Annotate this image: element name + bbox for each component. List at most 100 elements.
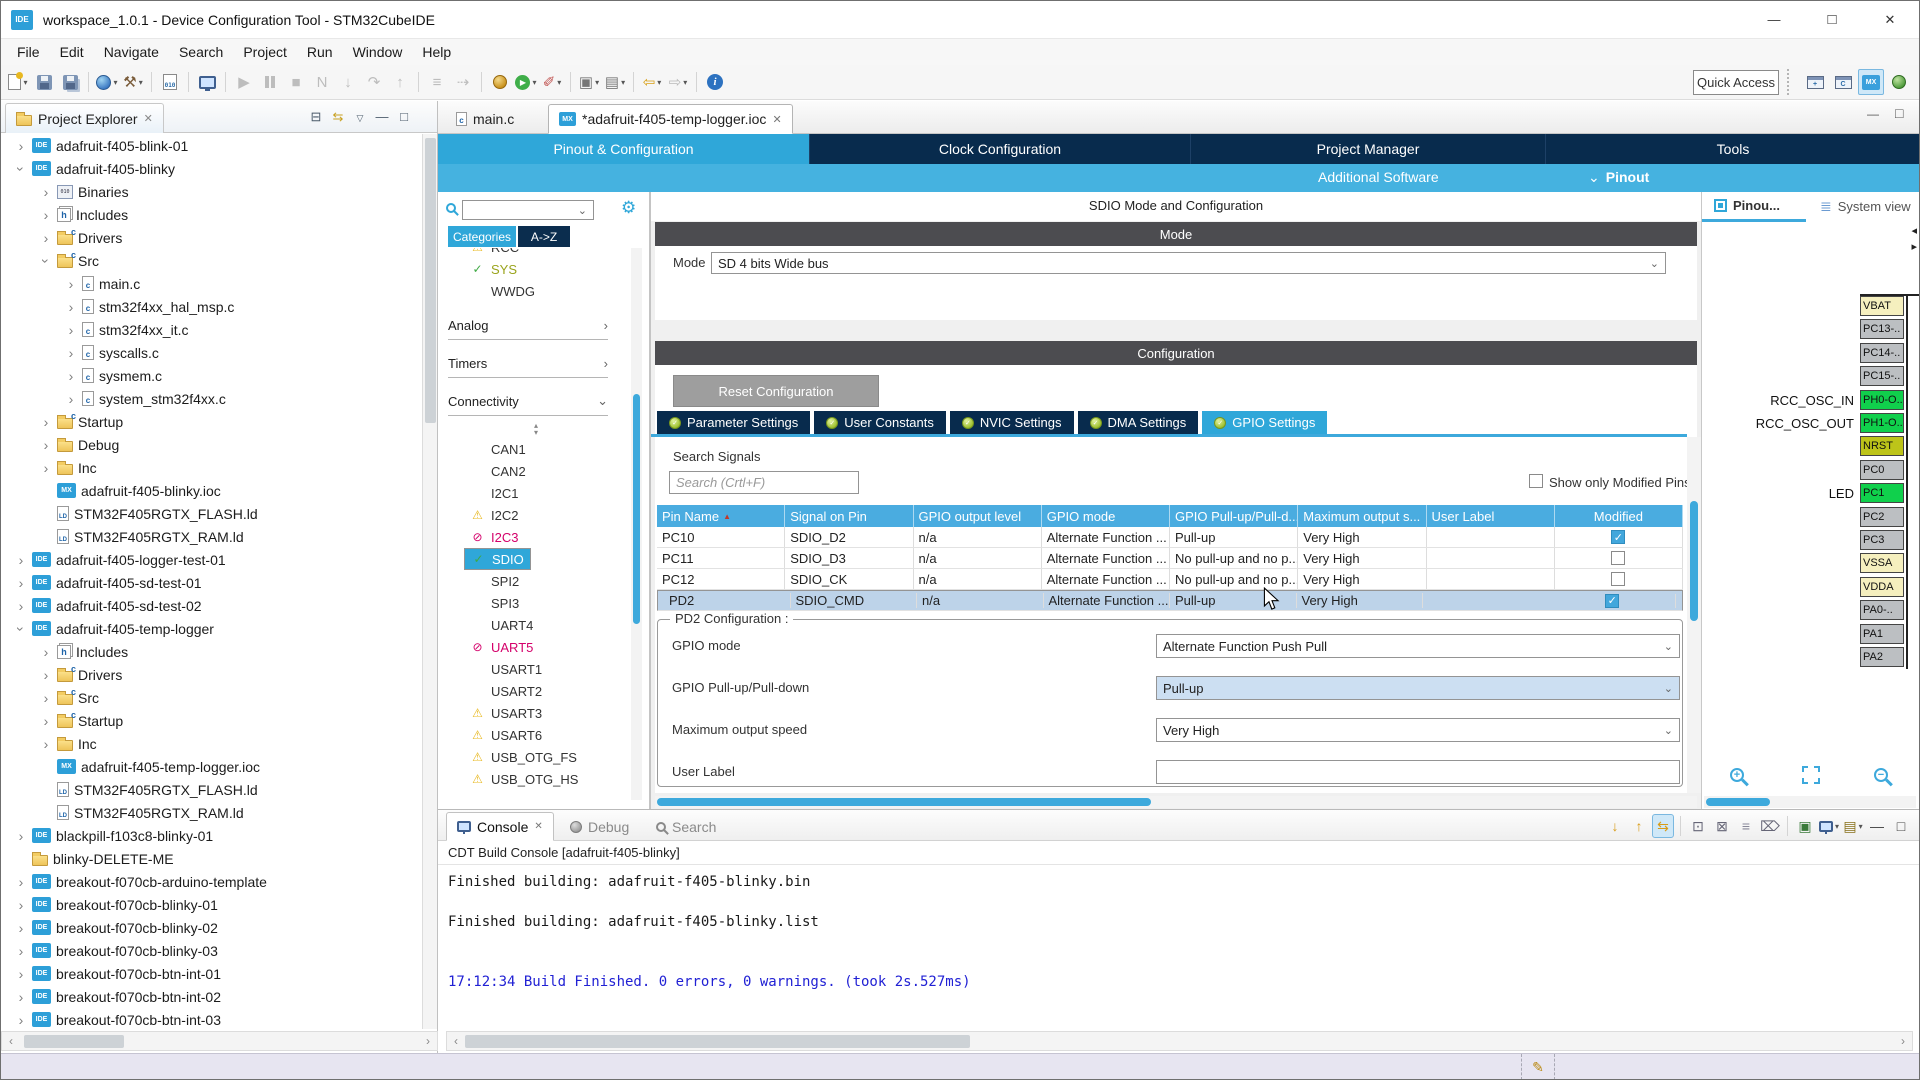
tree-item[interactable]: ›IDEbreakout-f070cb-blinky-01 (1, 893, 421, 916)
peripheral-item-can2[interactable]: CAN2 (438, 460, 612, 482)
tree-item[interactable]: ›cDrivers (1, 663, 421, 686)
column-header[interactable]: GPIO output level (914, 505, 1042, 527)
tree-item[interactable]: ›IDEbreakout-f070cb-arduino-template (1, 870, 421, 893)
tree-collapse-icon[interactable]: › (38, 255, 54, 267)
console-hscrollbar-thumb[interactable] (465, 1035, 970, 1048)
peripheral-item[interactable]: ⚠RCC (438, 248, 612, 258)
gpio-row-pc12[interactable]: PC12SDIO_CKn/aAlternate Function ...No p… (657, 569, 1683, 590)
tree-item[interactable]: ›hIncludes (1, 640, 421, 663)
pinout-menu-button[interactable]: ⌄Pinout (1588, 169, 1649, 186)
config-vscrollbar-thumb[interactable] (1690, 501, 1698, 621)
quick-access-button[interactable]: Quick Access (1693, 70, 1779, 95)
menu-run[interactable]: Run (297, 39, 343, 65)
tree-expand-icon[interactable]: › (40, 644, 52, 660)
tab-gpio-settings[interactable]: ✓GPIO Settings (1202, 411, 1327, 434)
column-header[interactable]: User Label (1427, 505, 1555, 527)
project-explorer-close-icon[interactable]: ✕ (144, 112, 153, 125)
information-center-icon[interactable]: i (703, 69, 727, 95)
tree-expand-icon[interactable]: › (65, 368, 77, 384)
open-type-icon[interactable]: ▣▾ (577, 69, 601, 95)
tree-expand-icon[interactable]: › (15, 598, 27, 614)
tree-expand-icon[interactable]: › (40, 184, 52, 200)
column-header[interactable]: GPIO Pull-up/Pull-d... (1170, 505, 1298, 527)
tree-expand-icon[interactable]: › (65, 322, 77, 338)
scroll-left-icon[interactable]: ‹ (449, 1032, 463, 1050)
save-all-icon[interactable] (58, 69, 82, 95)
peripheral-item-can1[interactable]: CAN1 (438, 438, 612, 460)
peripheral-list-vscrollbar[interactable] (631, 248, 642, 800)
gear-icon[interactable]: ⚙ (621, 198, 636, 218)
menu-search[interactable]: Search (169, 39, 233, 65)
debug-icon[interactable] (488, 69, 512, 95)
scroll-right-icon[interactable]: › (1896, 1032, 1910, 1050)
peripheral-item-usb_otg_hs[interactable]: ⚠USB_OTG_HS (438, 768, 612, 790)
suspend-icon[interactable] (258, 69, 282, 95)
tree-item[interactable]: ›Inc (1, 732, 421, 755)
tree-item[interactable]: ›IDEadafruit-f405-temp-logger (1, 617, 421, 640)
peripheral-category-analog[interactable]: Analog› (448, 316, 608, 340)
peripheral-item-i2c3[interactable]: ⊘I2C3 (438, 526, 612, 548)
peripheral-category-connectivity[interactable]: Connectivity⌄ (448, 392, 608, 416)
resume-icon[interactable]: ▶ (232, 69, 256, 95)
gpio-mode-select[interactable]: Alternate Function Push Pull⌄ (1156, 634, 1680, 658)
zoom-out-button[interactable]: − (1868, 762, 1894, 788)
maximum-output-speed-select[interactable]: Very High⌄ (1156, 718, 1680, 742)
config-hscrollbar-thumb[interactable] (657, 798, 1151, 806)
project-tree-hscrollbar[interactable]: ‹ › (1, 1031, 438, 1051)
column-header[interactable]: Maximum output s... (1298, 505, 1426, 527)
scroll-spinner-icon[interactable]: ▴▾ (438, 422, 634, 436)
tree-item[interactable]: ›IDEbreakout-f070cb-blinky-03 (1, 939, 421, 962)
tree-item[interactable]: ›010Binaries (1, 180, 421, 203)
terminate-icon[interactable]: ■ (284, 69, 308, 95)
pinout-hscrollbar-thumb[interactable] (1706, 798, 1770, 806)
tab-dma-settings[interactable]: ✓DMA Settings (1078, 411, 1199, 434)
tree-expand-icon[interactable]: › (40, 736, 52, 752)
menu-window[interactable]: Window (343, 39, 413, 65)
mode-select[interactable]: SD 4 bits Wide bus⌄ (711, 252, 1666, 274)
peripheral-item-sdio[interactable]: ✓SDIO (464, 548, 531, 570)
peripheral-item-usart6[interactable]: ⚠USART6 (438, 724, 612, 746)
pin-pa1[interactable]: PA1 (1860, 624, 1904, 644)
reset-configuration-button[interactable]: Reset Configuration (673, 375, 879, 407)
menu-help[interactable]: Help (412, 39, 461, 65)
tree-item[interactable]: ›IDEadafruit-f405-sd-test-01 (1, 571, 421, 594)
tree-item[interactable]: ›hIncludes (1, 203, 421, 226)
pin-console-icon[interactable]: ⊡ (1687, 814, 1709, 838)
pin-vdda[interactable]: VDDA (1860, 577, 1904, 597)
tree-expand-icon[interactable]: › (15, 943, 27, 959)
open-perspective-icon[interactable]: + (1802, 69, 1828, 95)
tree-item[interactable]: LDSTM32F405RGTX_FLASH.ld (1, 502, 421, 525)
tree-item[interactable]: ›IDEadafruit-f405-sd-test-02 (1, 594, 421, 617)
tree-expand-icon[interactable]: › (40, 230, 52, 246)
column-header[interactable]: Pin Name▲ (657, 505, 785, 527)
launch-target-icon[interactable]: ▾ (95, 69, 119, 95)
modified-checkbox[interactable]: ✓ (1611, 530, 1625, 544)
best-fit-button[interactable] (1798, 762, 1824, 788)
tree-expand-icon[interactable]: › (65, 299, 77, 315)
tree-expand-icon[interactable]: › (65, 345, 77, 361)
user-label-input[interactable] (1156, 760, 1680, 784)
new-wizard-icon[interactable]: ▾ (6, 69, 30, 95)
tree-expand-icon[interactable]: › (15, 897, 27, 913)
peripheral-search-combo[interactable]: ⌄ (462, 200, 594, 220)
peripheral-list-vscrollbar-thumb[interactable] (633, 394, 640, 624)
c-cpp-perspective-icon[interactable]: C (1830, 69, 1856, 95)
tree-expand-icon[interactable]: › (65, 276, 77, 292)
modified-checkbox[interactable]: ✓ (1605, 594, 1619, 608)
tree-item[interactable]: ›cDrivers (1, 226, 421, 249)
scroll-to-bottom-icon[interactable]: ↓ (1604, 814, 1626, 838)
tree-expand-icon[interactable]: › (15, 1012, 27, 1028)
tree-item[interactable]: ›csyscalls.c (1, 341, 421, 364)
pin-vssa[interactable]: VSSA (1860, 553, 1904, 573)
link-editor-icon[interactable]: ⇆ (327, 106, 349, 128)
tree-item[interactable]: ›Debug (1, 433, 421, 456)
save-icon[interactable] (32, 69, 56, 95)
step-into-icon[interactable]: ↓ (336, 69, 360, 95)
forward-history-icon[interactable]: ⇨▾ (666, 69, 690, 95)
tree-item[interactable]: MXadafruit-f405-blinky.ioc (1, 479, 421, 502)
scroll-to-top-icon[interactable]: ↑ (1628, 814, 1650, 838)
tree-item[interactable]: ›cStartup (1, 410, 421, 433)
tab-project-manager[interactable]: Project Manager (1191, 134, 1546, 164)
project-explorer-tab[interactable]: Project Explorer ✕ (5, 103, 164, 133)
scroll-left-icon[interactable]: ‹ (4, 1032, 18, 1050)
